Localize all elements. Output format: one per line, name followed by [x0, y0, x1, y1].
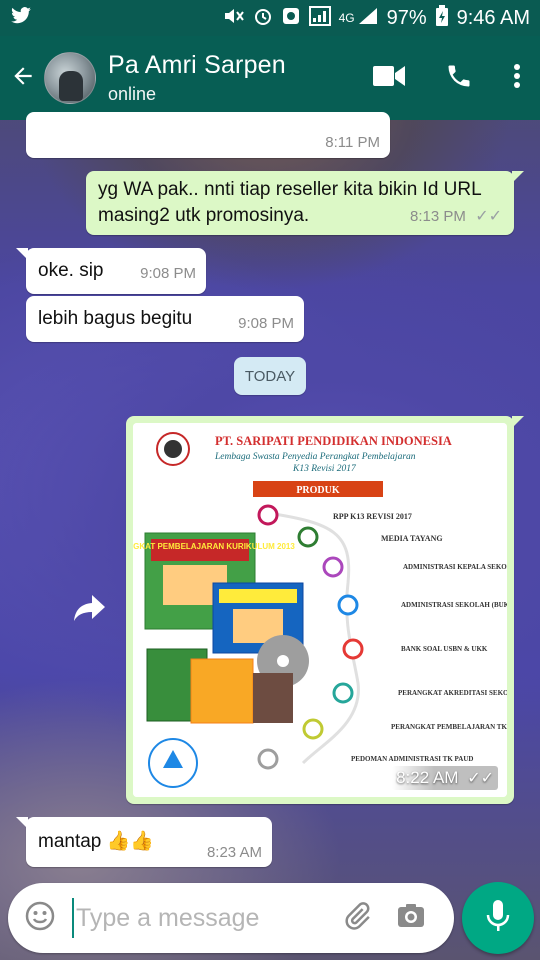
battery-percentage: 97%: [386, 6, 427, 29]
bubble-tail: [16, 817, 28, 829]
compose-bar: [8, 883, 454, 953]
smiley-icon: [25, 901, 55, 936]
message-bubble-incoming[interactable]: mantap 👍👍 8:23 AM: [16, 817, 272, 867]
message-input[interactable]: [72, 898, 322, 938]
brochure-subtitle: Lembaga Swasta Penyedia Perangkat Pembel…: [214, 452, 416, 462]
back-button[interactable]: [2, 36, 44, 120]
double-check-icon: ✓✓: [475, 208, 502, 225]
product-brochure-image: PT. SARIPATI PENDIDIKAN INDONESIA Lembag…: [133, 423, 507, 797]
more-options-button[interactable]: [494, 36, 540, 120]
product-item: ADMINISTRASI SEKOLAH (BUKU PINTAR): [401, 601, 507, 609]
camera-button[interactable]: [384, 883, 438, 953]
microphone-icon: [485, 899, 511, 938]
alarm-icon: [253, 6, 273, 31]
message-bubble-incoming[interactable]: lebih bagus begitu 9:08 PM: [26, 296, 304, 342]
product-item: PEDOMAN ADMINISTRASI TK PAUD: [351, 755, 473, 763]
more-vertical-icon: [513, 63, 521, 94]
brochure-company: PT. SARIPATI PENDIDIKAN INDONESIA: [215, 434, 452, 448]
twitter-notification-icon: [10, 6, 32, 30]
cell-signal-icon: [357, 6, 379, 31]
double-check-icon: ✓✓: [467, 770, 494, 787]
contact-info[interactable]: Pa Amri Sarpen online: [108, 51, 286, 105]
voice-message-button[interactable]: [462, 882, 534, 954]
message-time: 9:08 PM: [238, 315, 294, 332]
date-separator: TODAY: [234, 357, 306, 395]
image-message[interactable]: PT. SARIPATI PENDIDIKAN INDONESIA Lembag…: [126, 416, 524, 804]
contact-name: Pa Amri Sarpen: [108, 51, 286, 79]
message-time: 8:22 AM: [396, 768, 459, 787]
contact-avatar[interactable]: [44, 52, 96, 104]
mute-icon: [223, 6, 245, 31]
arrow-left-icon: [10, 63, 36, 94]
emoji-button[interactable]: [8, 883, 72, 953]
book-title: PERANGKAT PEMBELAJARAN KURIKULUM 2013: [133, 542, 295, 551]
camera-icon: [396, 902, 426, 935]
message-text: oke. sip: [38, 260, 104, 281]
message-time: 8:11 PM: [325, 134, 380, 151]
signal-icon: [308, 5, 331, 31]
status-bar: 4G 97% 9:46 AM: [0, 0, 540, 36]
message-bubble-incoming[interactable]: oke. sip 9:08 PM: [16, 248, 206, 294]
bubble-tail: [512, 416, 524, 428]
bubble-tail: [512, 171, 524, 183]
product-item: BANK SOAL USBN & UKK: [401, 645, 488, 653]
brochure-subtitle-2: K13 Revisi 2017: [292, 464, 357, 474]
brochure-banner: PRODUK: [296, 485, 340, 496]
battery-charging-icon: [435, 4, 449, 32]
attach-button[interactable]: [330, 883, 384, 953]
network-type: 4G: [338, 11, 355, 25]
chat-header: Pa Amri Sarpen online: [0, 36, 540, 120]
message-time: 8:23 AM: [206, 844, 262, 861]
forward-arrow-icon: [74, 594, 106, 626]
product-item: PERANGKAT PEMBELAJARAN TK PAUD: [391, 723, 507, 731]
message-bubble-incoming[interactable]: 8:11 PM: [26, 112, 390, 158]
clock: 9:46 AM: [456, 6, 530, 29]
product-item: PERANGKAT AKREDITASI SEKOLAH: [398, 689, 507, 697]
image-message-meta: 8:22 AM ✓✓: [392, 766, 498, 790]
message-time: 9:08 PM: [140, 265, 196, 282]
product-item: RPP K13 REVISI 2017: [333, 512, 412, 521]
message-text: mantap 👍👍: [38, 831, 154, 852]
status-icons: 4G 97% 9:46 AM: [223, 4, 530, 32]
phone-icon: [445, 62, 473, 95]
image-attachment[interactable]: PT. SARIPATI PENDIDIKAN INDONESIA Lembag…: [133, 423, 507, 797]
forward-button[interactable]: [68, 588, 112, 632]
video-camera-icon: [373, 65, 405, 92]
contact-status: online: [108, 84, 157, 104]
product-item: MEDIA TAYANG: [381, 534, 443, 543]
message-text: lebih bagus begitu: [38, 308, 193, 329]
paperclip-icon: [342, 900, 372, 937]
message-time: 8:13 PM: [410, 208, 466, 225]
video-call-button[interactable]: [354, 36, 424, 120]
message-meta: 8:13 PM ✓✓: [410, 205, 502, 227]
product-item: ADMINISTRASI KEPALA SEKOLAH: [403, 563, 507, 571]
data-saver-icon: [281, 6, 301, 31]
voice-call-button[interactable]: [424, 36, 494, 120]
message-bubble-outgoing[interactable]: yg WA pak.. nnti tiap reseller kita biki…: [86, 171, 524, 235]
bubble-tail: [16, 248, 28, 260]
